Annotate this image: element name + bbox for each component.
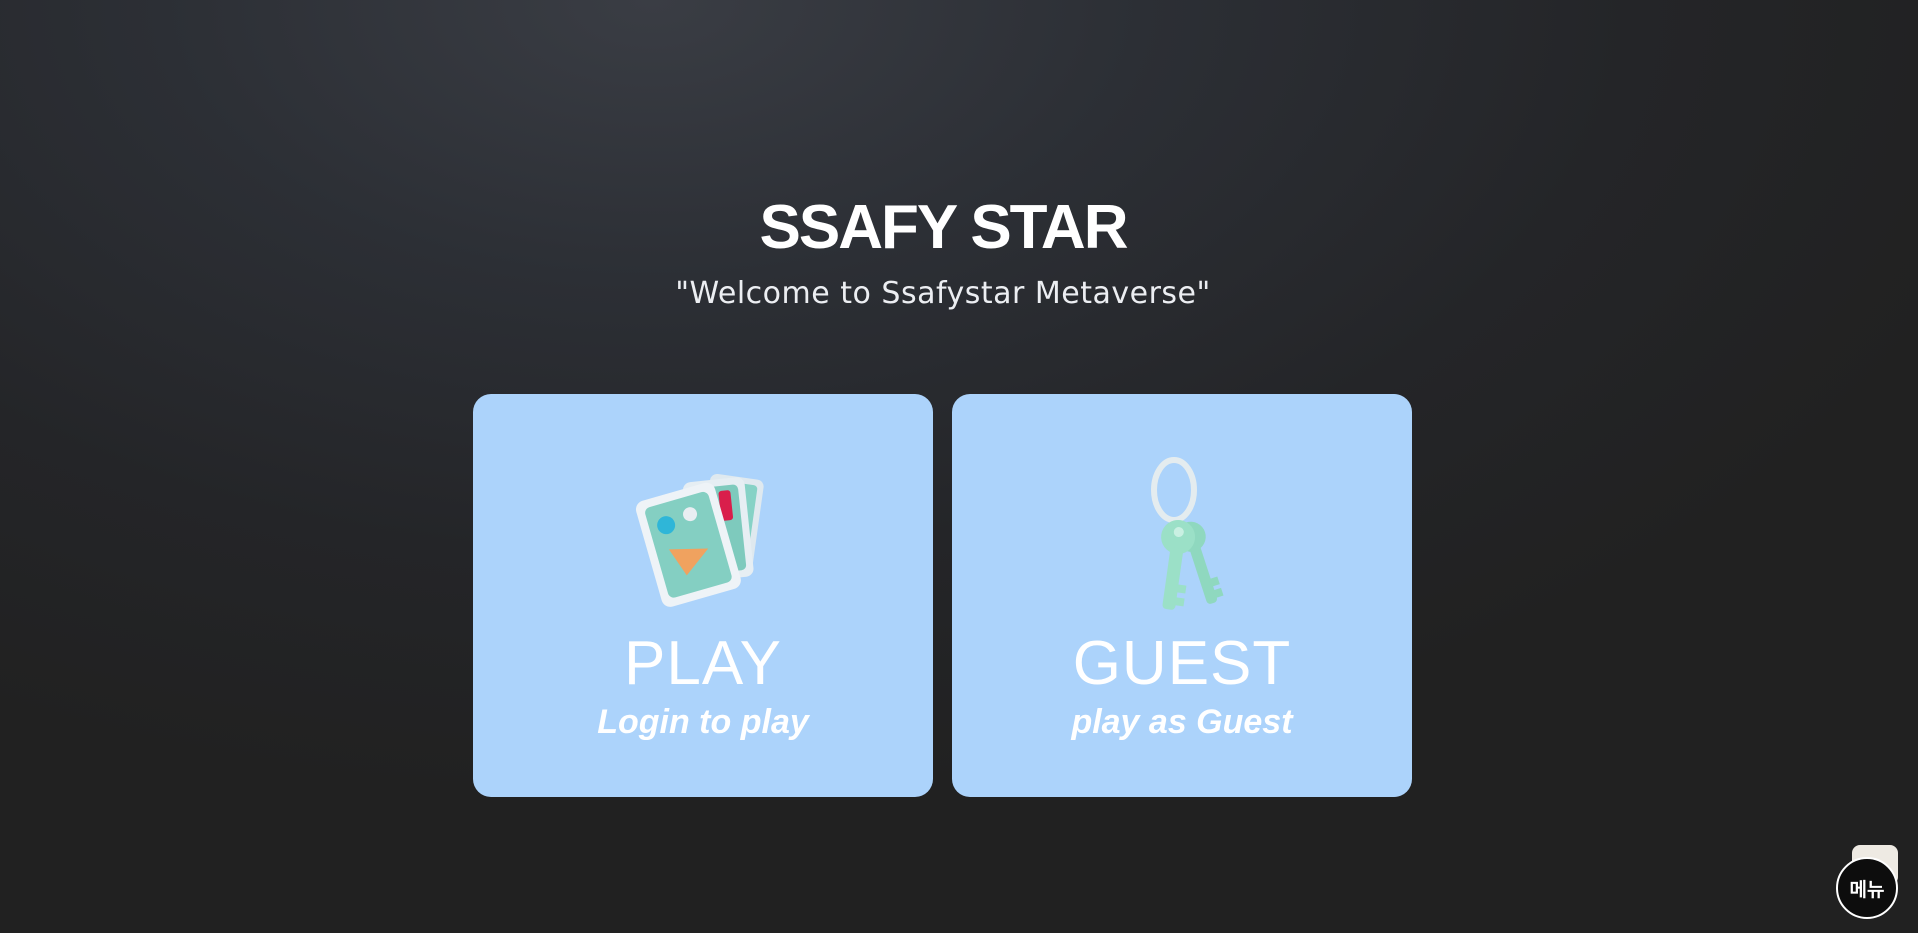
play-label: PLAY bbox=[624, 629, 782, 698]
page-title: SSAFY STAR bbox=[759, 193, 1129, 262]
menu-button[interactable]: 메뉴 bbox=[1836, 857, 1898, 919]
guest-card-button[interactable]: GUEST play as Guest bbox=[952, 394, 1412, 797]
play-card-button[interactable]: PLAY Login to play bbox=[473, 394, 933, 797]
page-subtitle: "Welcome to Ssafystar Metaverse" bbox=[675, 276, 1211, 311]
guest-label: GUEST bbox=[1072, 629, 1292, 698]
guest-sublabel: play as Guest bbox=[1071, 703, 1293, 741]
play-sublabel: Login to play bbox=[597, 703, 809, 741]
photo-cards-icon bbox=[473, 462, 933, 612]
keys-icon bbox=[952, 457, 1412, 612]
